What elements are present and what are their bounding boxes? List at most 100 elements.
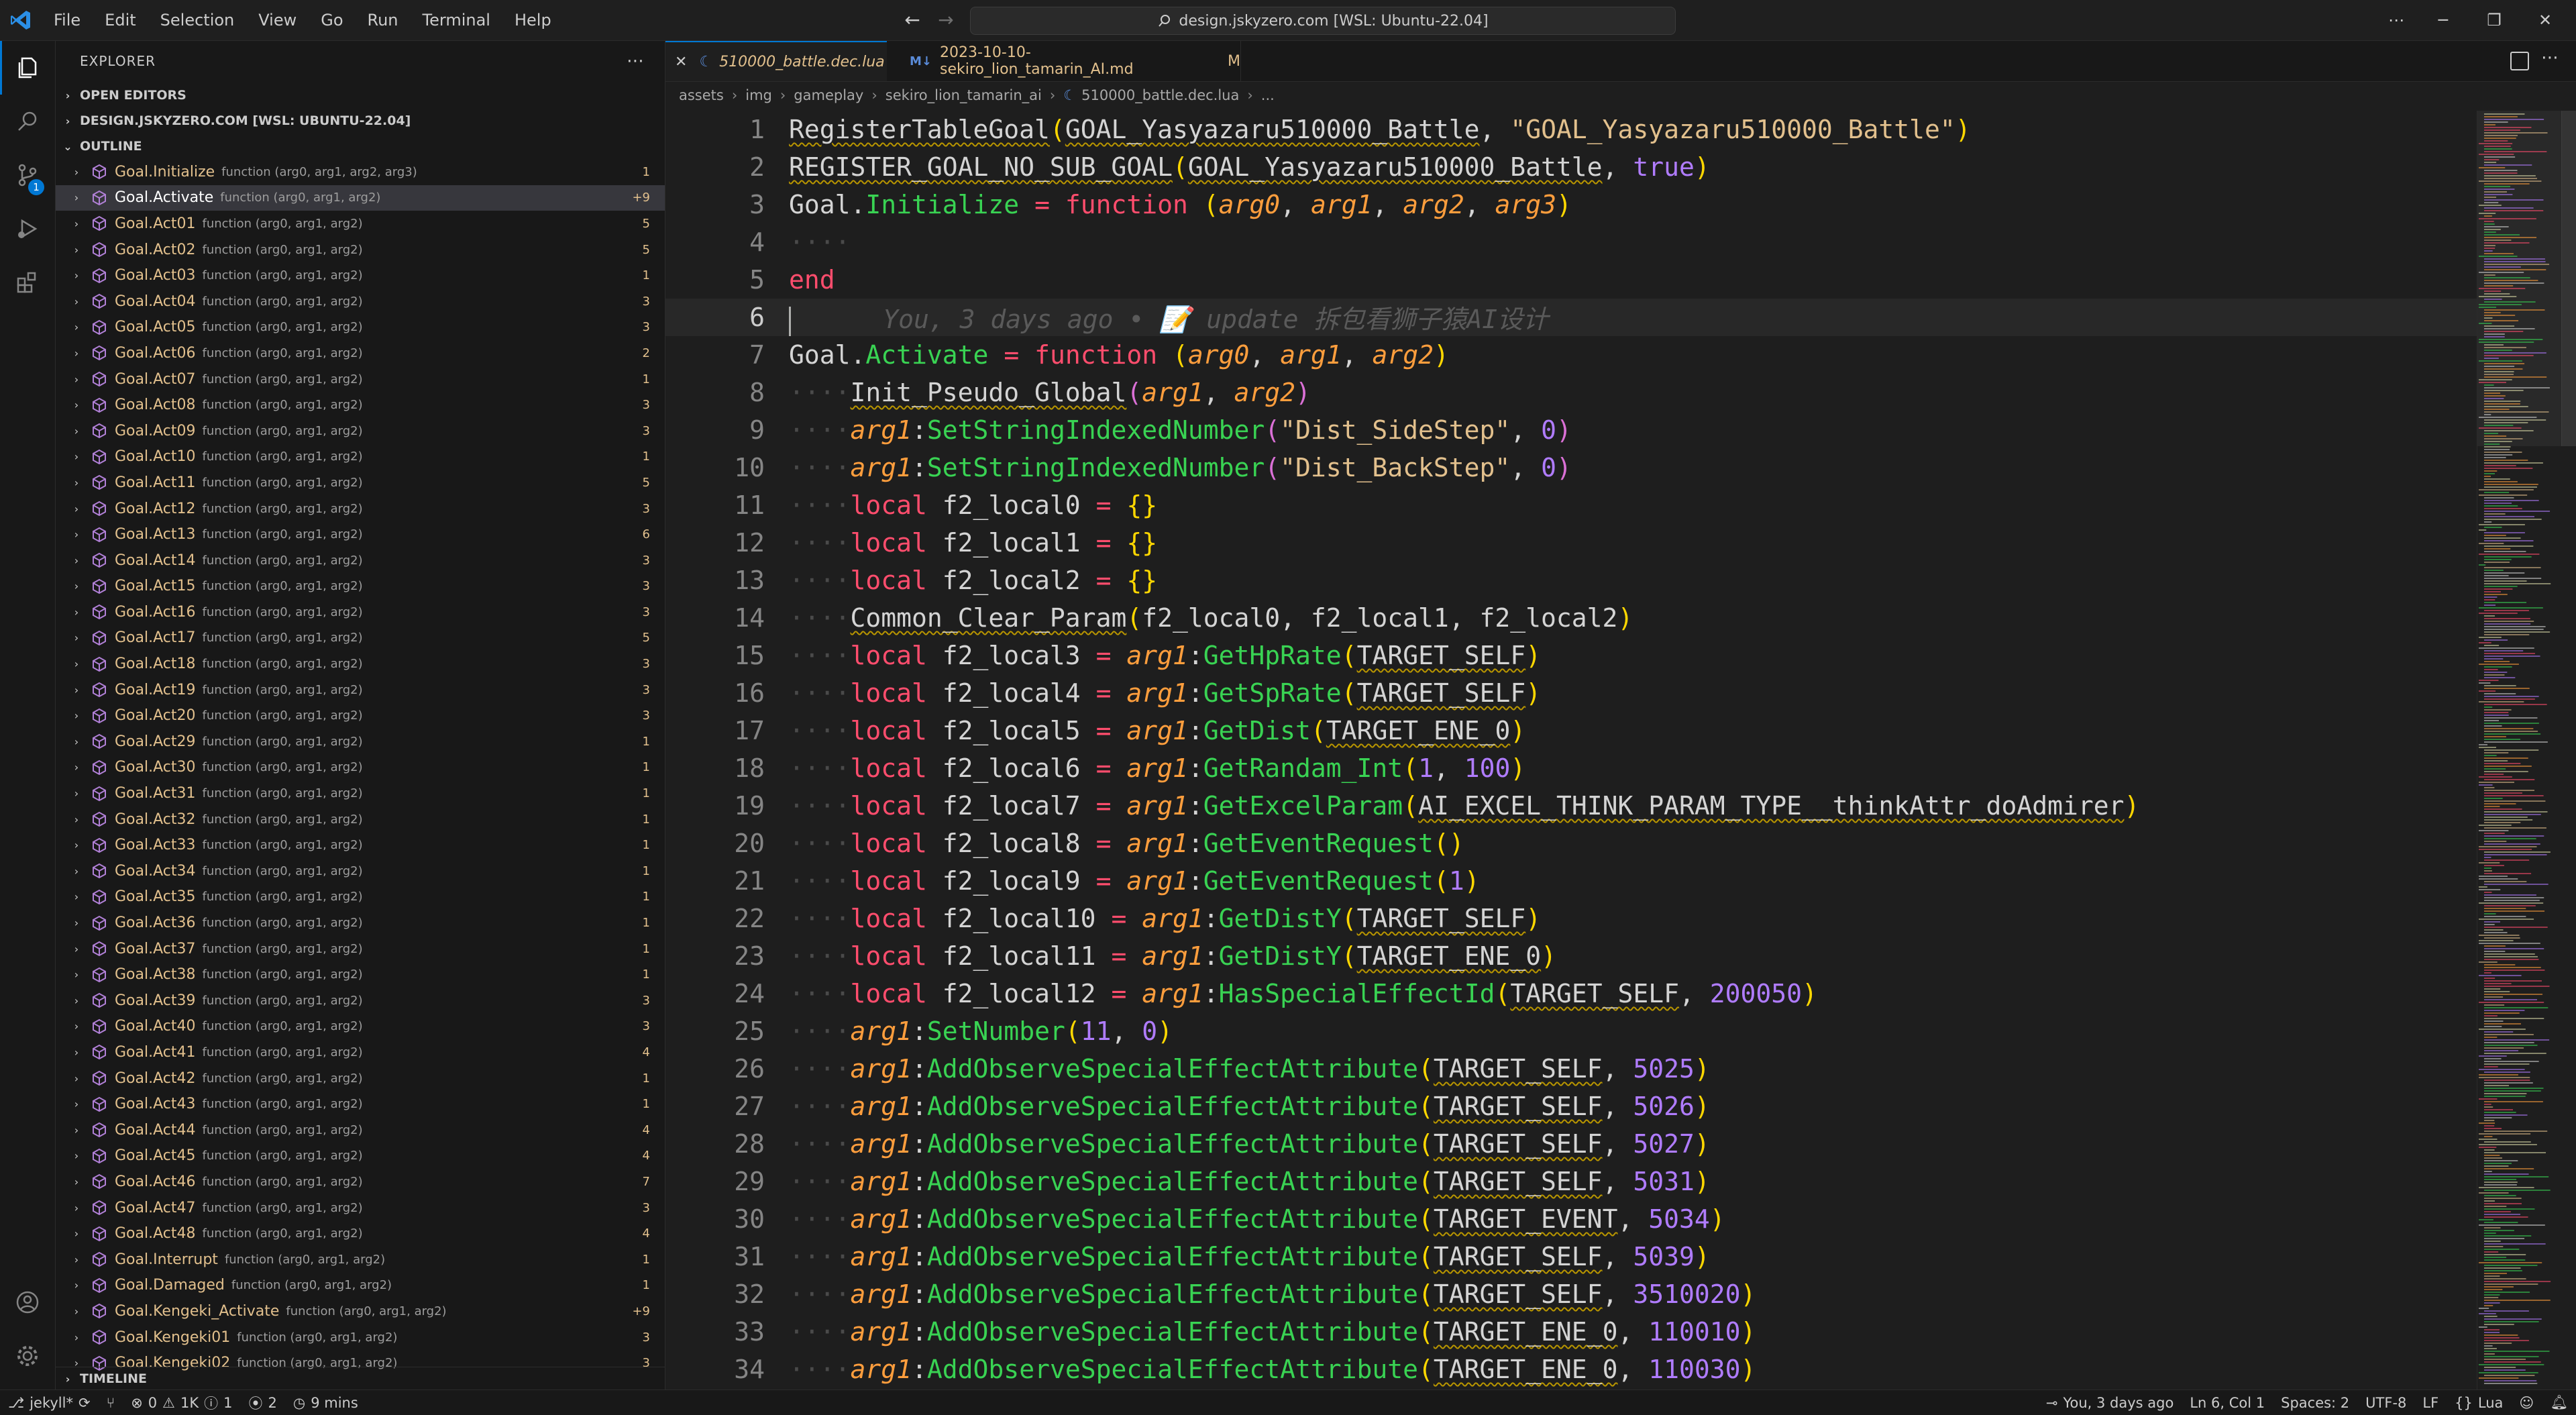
chevron-right-icon[interactable]: › bbox=[69, 217, 84, 230]
outline-item[interactable]: › Goal.Act09 function (arg0, arg1, arg2) 3 bbox=[56, 418, 665, 444]
menu-edit[interactable]: Edit bbox=[93, 0, 148, 40]
timer-status[interactable]: ◷ 9 mins bbox=[285, 1390, 366, 1415]
remote-branch[interactable]: ⎇ jekyll* ⟳ bbox=[0, 1390, 99, 1415]
outline-item[interactable]: › Goal.Act29 function (arg0, arg1, arg2) 1 bbox=[56, 729, 665, 755]
chevron-right-icon[interactable]: › bbox=[69, 709, 84, 722]
chevron-right-icon[interactable]: › bbox=[69, 1046, 84, 1059]
extensions-icon[interactable] bbox=[0, 256, 55, 309]
run-debug-icon[interactable] bbox=[0, 202, 55, 256]
chevron-right-icon[interactable]: › bbox=[69, 191, 84, 204]
minimap[interactable] bbox=[2477, 111, 2562, 1390]
more-actions-icon[interactable]: ⋯ bbox=[2375, 0, 2418, 40]
cursor-position[interactable]: Ln 6, Col 1 bbox=[2182, 1390, 2273, 1415]
outline-item[interactable]: › Goal.Act32 function (arg0, arg1, arg2) 1 bbox=[56, 806, 665, 833]
outline-item[interactable]: › Goal.Act17 function (arg0, arg1, arg2) 5 bbox=[56, 625, 665, 651]
chevron-right-icon[interactable]: › bbox=[69, 916, 84, 929]
chevron-right-icon[interactable]: › bbox=[69, 580, 84, 592]
chevron-right-icon[interactable]: › bbox=[69, 813, 84, 826]
code-editor[interactable]: 1 RegisterTableGoal(GOAL_Yasyazaru510000_… bbox=[665, 111, 2477, 1388]
outline-item[interactable]: › Goal.Act30 function (arg0, arg1, arg2) 1 bbox=[56, 755, 665, 781]
outline-item[interactable]: › Goal.Kengeki01 function (arg0, arg1, arg… bbox=[56, 1324, 665, 1351]
chevron-right-icon[interactable]: › bbox=[69, 425, 84, 437]
chevron-right-icon[interactable]: › bbox=[69, 1331, 84, 1344]
encoding[interactable]: UTF-8 bbox=[2357, 1390, 2414, 1415]
workspace-section[interactable]: › DESIGN.JSKYZERO.COM [WSL: UBUNTU-22.04… bbox=[56, 108, 665, 134]
manage-gear-icon[interactable] bbox=[0, 1329, 55, 1383]
chevron-right-icon[interactable]: › bbox=[69, 968, 84, 981]
chevron-right-icon[interactable]: › bbox=[69, 347, 84, 360]
outline-item[interactable]: › Goal.Act13 function (arg0, arg1, arg2) 6 bbox=[56, 521, 665, 547]
outline-item[interactable]: › Goal.Act34 function (arg0, arg1, arg2) 1 bbox=[56, 858, 665, 884]
search-icon[interactable] bbox=[0, 95, 55, 148]
git-graph[interactable]: ⑂ bbox=[99, 1390, 123, 1415]
menu-terminal[interactable]: Terminal bbox=[411, 0, 502, 40]
outline-item[interactable]: › Goal.Act48 function (arg0, arg1, arg2) 4 bbox=[56, 1220, 665, 1247]
outline-item[interactable]: › Goal.Act42 function (arg0, arg1, arg2) 1 bbox=[56, 1065, 665, 1092]
outline-item[interactable]: › Goal.Act11 function (arg0, arg1, arg2) 5 bbox=[56, 470, 665, 496]
outline-item[interactable]: › Goal.Act37 function (arg0, arg1, arg2) 1 bbox=[56, 936, 665, 962]
chevron-right-icon[interactable]: › bbox=[69, 658, 84, 670]
open-editors-section[interactable]: › OPEN EDITORS bbox=[56, 83, 665, 108]
editor-more-icon[interactable]: ⋯ bbox=[2541, 48, 2559, 68]
breadcrumb-item[interactable]: sekiro_lion_tamarin_ai bbox=[885, 87, 1042, 103]
forward-arrow-icon[interactable]: → bbox=[935, 9, 957, 31]
back-arrow-icon[interactable]: ← bbox=[902, 9, 923, 31]
chevron-right-icon[interactable]: › bbox=[69, 1305, 84, 1318]
outline-item[interactable]: › Goal.Act14 function (arg0, arg1, arg2) 3 bbox=[56, 547, 665, 574]
outline-item[interactable]: › Goal.Act10 function (arg0, arg1, arg2) 1 bbox=[56, 444, 665, 470]
outline-item[interactable]: › Goal.Initialize function (arg0, arg1, ar… bbox=[56, 159, 665, 185]
menu-help[interactable]: Help bbox=[502, 0, 564, 40]
breadcrumb-item[interactable]: img bbox=[745, 87, 772, 103]
outline-item[interactable]: › Goal.Act47 function (arg0, arg1, arg2) 3 bbox=[56, 1195, 665, 1221]
outline-item[interactable]: › Goal.Act18 function (arg0, arg1, arg2) 3 bbox=[56, 651, 665, 677]
chevron-right-icon[interactable]: › bbox=[69, 890, 84, 903]
chevron-right-icon[interactable]: › bbox=[69, 554, 84, 567]
breadcrumb-item[interactable]: ... bbox=[1261, 87, 1275, 103]
chevron-right-icon[interactable]: › bbox=[69, 943, 84, 955]
breadcrumb-item[interactable]: 510000_battle.dec.lua bbox=[1081, 87, 1239, 103]
close-tab-icon[interactable]: ✕ bbox=[675, 54, 687, 70]
outline-item[interactable]: › Goal.Act05 function (arg0, arg1, arg2) 3 bbox=[56, 315, 665, 341]
outline-item[interactable]: › Goal.Act40 function (arg0, arg1, arg2) 3 bbox=[56, 1014, 665, 1040]
chevron-right-icon[interactable]: › bbox=[69, 761, 84, 774]
tab-battle-lua[interactable]: ✕ ☾ 510000_battle.dec.lua 9+ bbox=[665, 41, 910, 81]
tab-markdown[interactable]: M↓ 2023-10-10-sekiro_lion_tamarin_AI.md … bbox=[887, 41, 1241, 81]
breadcrumb-item[interactable]: gameplay bbox=[794, 87, 863, 103]
outline-item[interactable]: › Goal.Act16 function (arg0, arg1, arg2) 3 bbox=[56, 599, 665, 625]
account-icon[interactable] bbox=[0, 1275, 55, 1329]
outline-item[interactable]: › Goal.Interrupt function (arg0, arg1, arg… bbox=[56, 1247, 665, 1273]
minimize-icon[interactable]: ─ bbox=[2422, 0, 2465, 40]
language-mode[interactable]: {} Lua bbox=[2447, 1390, 2511, 1415]
chevron-right-icon[interactable]: › bbox=[69, 1279, 84, 1292]
outline-item[interactable]: › Goal.Act02 function (arg0, arg1, arg2) 5 bbox=[56, 237, 665, 263]
chevron-right-icon[interactable]: › bbox=[69, 1202, 84, 1214]
outline-item[interactable]: › Goal.Act46 function (arg0, arg1, arg2) 7 bbox=[56, 1169, 665, 1195]
menu-run[interactable]: Run bbox=[356, 0, 411, 40]
chevron-right-icon[interactable]: › bbox=[69, 1175, 84, 1188]
outline-item[interactable]: › Goal.Act31 function (arg0, arg1, arg2) 1 bbox=[56, 780, 665, 806]
outline-item[interactable]: › Goal.Act12 function (arg0, arg1, arg2) 3 bbox=[56, 496, 665, 522]
outline-item[interactable]: › Goal.Act33 function (arg0, arg1, arg2) 1 bbox=[56, 832, 665, 858]
chevron-right-icon[interactable]: › bbox=[69, 865, 84, 878]
outline-item[interactable]: › Goal.Act19 function (arg0, arg1, arg2) 3 bbox=[56, 677, 665, 703]
outline-section[interactable]: ⌄ OUTLINE bbox=[56, 134, 665, 159]
chevron-right-icon[interactable]: › bbox=[69, 166, 84, 178]
outline-item[interactable]: › Goal.Act03 function (arg0, arg1, arg2) 1 bbox=[56, 262, 665, 289]
explorer-icon[interactable] bbox=[0, 41, 55, 95]
outline-item[interactable]: › Goal.Act20 function (arg0, arg1, arg2) 3 bbox=[56, 702, 665, 729]
chevron-right-icon[interactable]: › bbox=[69, 1253, 84, 1266]
outline-item[interactable]: › Goal.Act39 function (arg0, arg1, arg2) 3 bbox=[56, 988, 665, 1014]
chevron-right-icon[interactable]: › bbox=[69, 1020, 84, 1033]
chevron-right-icon[interactable]: › bbox=[69, 295, 84, 308]
sidebar-more-icon[interactable]: ⋯ bbox=[627, 51, 645, 71]
outline-item[interactable]: › Goal.Act41 function (arg0, arg1, arg2) 4 bbox=[56, 1039, 665, 1065]
chevron-right-icon[interactable]: › bbox=[69, 1149, 84, 1162]
outline-item[interactable]: › Goal.Act44 function (arg0, arg1, arg2) 4 bbox=[56, 1117, 665, 1143]
end-of-line[interactable]: LF bbox=[2414, 1390, 2447, 1415]
chevron-right-icon[interactable]: › bbox=[69, 839, 84, 851]
outline-item[interactable]: › Goal.Act07 function (arg0, arg1, arg2) 1 bbox=[56, 366, 665, 392]
chevron-right-icon[interactable]: › bbox=[69, 606, 84, 619]
menu-go[interactable]: Go bbox=[309, 0, 355, 40]
chevron-right-icon[interactable]: › bbox=[69, 1124, 84, 1137]
menu-view[interactable]: View bbox=[246, 0, 309, 40]
